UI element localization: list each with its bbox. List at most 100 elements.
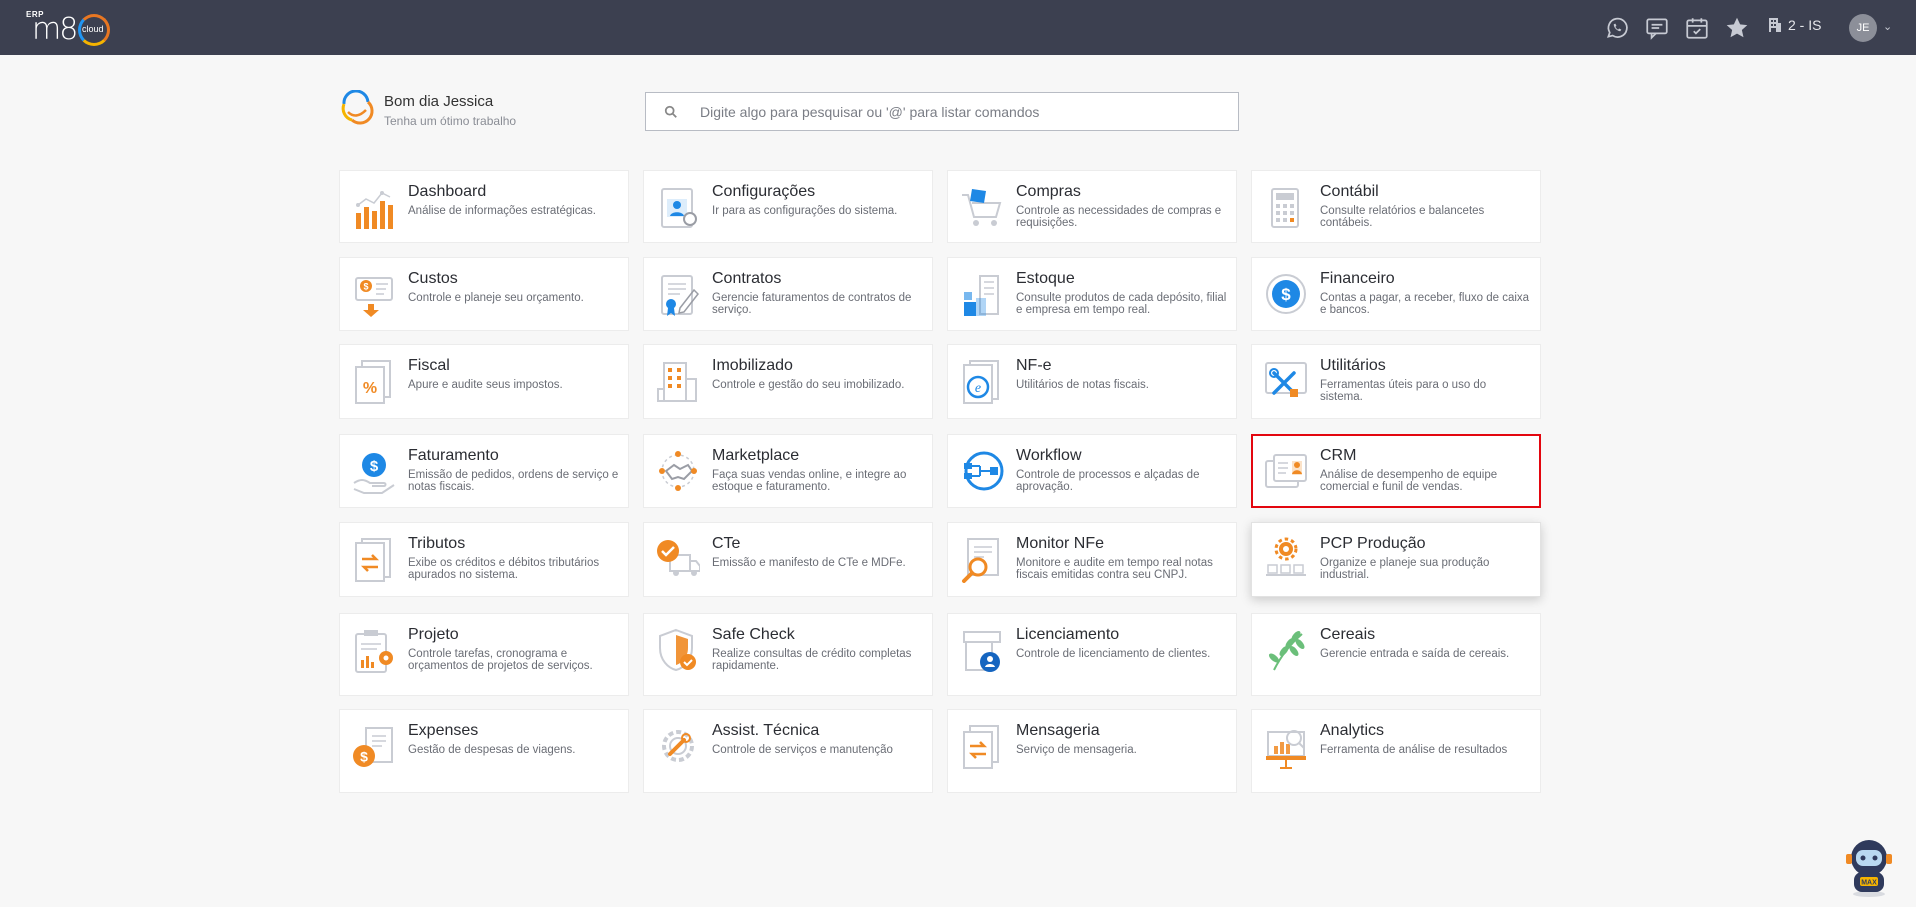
search-icon (664, 105, 677, 118)
module-description: Consulte produtos de cada depósito, fili… (1016, 292, 1227, 316)
module-card-crm[interactable]: CRM Análise de desempenho de equipe comer… (1251, 434, 1541, 508)
module-description: Serviço de mensageria. (1016, 744, 1137, 756)
module-title: Configurações (712, 183, 816, 200)
chat-icon[interactable] (1644, 15, 1670, 41)
module-title: CTe (712, 535, 741, 552)
module-description: Apure e audite seus impostos. (408, 379, 563, 391)
module-description: Ferramentas úteis para o uso do sistema. (1320, 379, 1487, 403)
search-box[interactable] (645, 92, 1239, 131)
assistant-label: MAX (1861, 880, 1877, 887)
module-title: PCP Produção (1320, 535, 1426, 552)
costs-icon: $ (352, 272, 396, 318)
avatar[interactable]: JE (1849, 14, 1877, 42)
module-card-analytics[interactable]: Analytics Ferramenta de análise de result… (1251, 709, 1541, 793)
module-card-dashboard[interactable]: Dashboard Análise de informações estratég… (339, 170, 629, 243)
module-card-projeto[interactable]: Projeto Controle tarefas, cronograma e or… (339, 613, 629, 696)
assistant-robot-icon[interactable]: MAX (1840, 836, 1898, 898)
module-description: Ir para as configurações do sistema. (712, 205, 898, 217)
module-description: Controle de licenciamento de clientes. (1016, 648, 1211, 660)
module-card-cte[interactable]: CTe Emissão e manifesto de CTe e MDFe. (643, 522, 933, 597)
module-card-compras[interactable]: Compras Controle as necessidades de compr… (947, 170, 1237, 243)
module-description: Controle e gestão do seu imobilizado. (712, 379, 905, 391)
module-title: Imobilizado (712, 357, 793, 374)
module-card-contabil[interactable]: Contábil Consulte relatórios e balancetes… (1251, 170, 1541, 243)
module-card-utilitarios[interactable]: Utilitários Ferramentas úteis para o uso … (1251, 344, 1541, 419)
module-description: Emissão de pedidos, ordens de serviço e … (408, 469, 619, 493)
module-title: Estoque (1016, 270, 1075, 287)
module-title: CRM (1320, 447, 1357, 464)
module-title: Monitor NFe (1016, 535, 1105, 552)
module-description: Análise de desempenho de equipe comercia… (1320, 469, 1498, 493)
shield-check-icon (656, 628, 700, 674)
module-description: Controle de serviços e manutenção (712, 744, 893, 756)
search-input[interactable] (700, 103, 1220, 120)
module-card-marketplace[interactable]: Marketplace Faça suas vendas online, e in… (643, 434, 933, 508)
svg-text:$: $ (370, 458, 379, 475)
module-card-safe-check[interactable]: Safe Check Realize consultas de crédito c… (643, 613, 933, 696)
module-title: Safe Check (712, 626, 795, 643)
module-card-monitor-nfe[interactable]: Monitor NFe Monitore e audite em tempo re… (947, 522, 1237, 597)
module-description: Faça suas vendas online, e integre ao es… (712, 469, 907, 493)
module-description: Controle as necessidades de compras e re… (1016, 205, 1222, 229)
module-title: Projeto (408, 626, 459, 643)
star-icon[interactable] (1724, 15, 1750, 41)
building-icon (656, 359, 700, 405)
magnifier-document-icon (960, 537, 1004, 583)
app-logo[interactable]: ERP m8 cloud (24, 8, 124, 48)
module-title: Contratos (712, 270, 782, 287)
module-card-fiscal[interactable]: % Fiscal Apure e audite seus impostos. (339, 344, 629, 419)
module-title: Marketplace (712, 447, 800, 464)
module-description: Gerencie entrada e saída de cereais. (1320, 648, 1510, 660)
module-card-expenses[interactable]: $ Expenses Gestão de despesas de viagens. (339, 709, 629, 793)
message-transfer-icon (960, 724, 1004, 770)
module-card-financeiro[interactable]: $ Financeiro Contas a pagar, a receber, fl… (1251, 257, 1541, 331)
module-description: Controle e planeje seu orçamento. (408, 292, 584, 304)
logo-main-label: m8 (32, 12, 78, 47)
module-card-custos[interactable]: $ Custos Controle e planeje seu orçamento. (339, 257, 629, 331)
percent-document-icon: % (352, 359, 396, 405)
tools-icon (1264, 359, 1308, 405)
module-card-workflow[interactable]: Workflow Controle de processos e alçadas … (947, 434, 1237, 508)
module-description: Monitore e audite em tempo real notas fi… (1016, 557, 1213, 581)
module-card-configuracoes[interactable]: Configurações Ir para as configurações do… (643, 170, 933, 243)
shopping-cart-icon (960, 185, 1004, 231)
module-description: Realize consultas de crédito completas r… (712, 648, 912, 672)
warehouse-icon (960, 272, 1004, 318)
whatsapp-icon[interactable] (1604, 15, 1630, 41)
svg-text:%: % (363, 380, 377, 397)
svg-text:$: $ (360, 749, 368, 765)
top-bar: ERP m8 cloud 2 - IS JE ⌄ (0, 0, 1916, 55)
module-description: Organize e planeje sua produção industri… (1320, 557, 1490, 581)
analytics-board-icon (1264, 724, 1308, 770)
module-card-estoque[interactable]: Estoque Consulte produtos de cada depósit… (947, 257, 1237, 331)
module-title: NF-e (1016, 357, 1052, 374)
module-title: Assist. Técnica (712, 722, 820, 739)
module-card-licenciamento[interactable]: Licenciamento Controle de licenciamento d… (947, 613, 1237, 696)
module-card-contratos[interactable]: Contratos Gerencie faturamentos de contra… (643, 257, 933, 331)
module-title: Tributos (408, 535, 466, 552)
module-card-tributos[interactable]: Tributos Exibe os créditos e débitos trib… (339, 522, 629, 597)
module-card-pcp-producao[interactable]: PCP Produção Organize e planeje sua produ… (1251, 522, 1541, 597)
production-gear-icon (1264, 537, 1308, 583)
company-selector[interactable]: 2 - IS (1768, 17, 1821, 33)
module-card-cereais[interactable]: Cereais Gerencie entrada e saída de cerea… (1251, 613, 1541, 696)
module-card-nf-e[interactable]: e NF-e Utilitários de notas fiscais. (947, 344, 1237, 419)
module-card-imobilizado[interactable]: Imobilizado Controle e gestão do seu imob… (643, 344, 933, 419)
module-title: Compras (1016, 183, 1081, 200)
greeting-title: Bom dia Jessica (384, 93, 494, 110)
calculator-icon (1264, 185, 1308, 231)
svg-text:e: e (975, 381, 981, 396)
module-card-mensageria[interactable]: Mensageria Serviço de mensageria. (947, 709, 1237, 793)
tax-transfer-icon (352, 537, 396, 583)
module-description: Emissão e manifesto de CTe e MDFe. (712, 557, 906, 569)
wrench-gear-icon (656, 724, 700, 770)
module-title: Fiscal (408, 357, 450, 374)
module-card-faturamento[interactable]: $ Faturamento Emissão de pedidos, ordens d… (339, 434, 629, 508)
chevron-down-icon[interactable]: ⌄ (1883, 20, 1892, 33)
calendar-icon[interactable] (1684, 15, 1710, 41)
contract-icon (656, 272, 700, 318)
building-icon (1769, 18, 1781, 32)
module-card-assist-tecnica[interactable]: Assist. Técnica Controle de serviços e ma… (643, 709, 933, 793)
wheat-icon (1264, 628, 1308, 674)
logo-cloud-label: cloud (82, 24, 104, 34)
